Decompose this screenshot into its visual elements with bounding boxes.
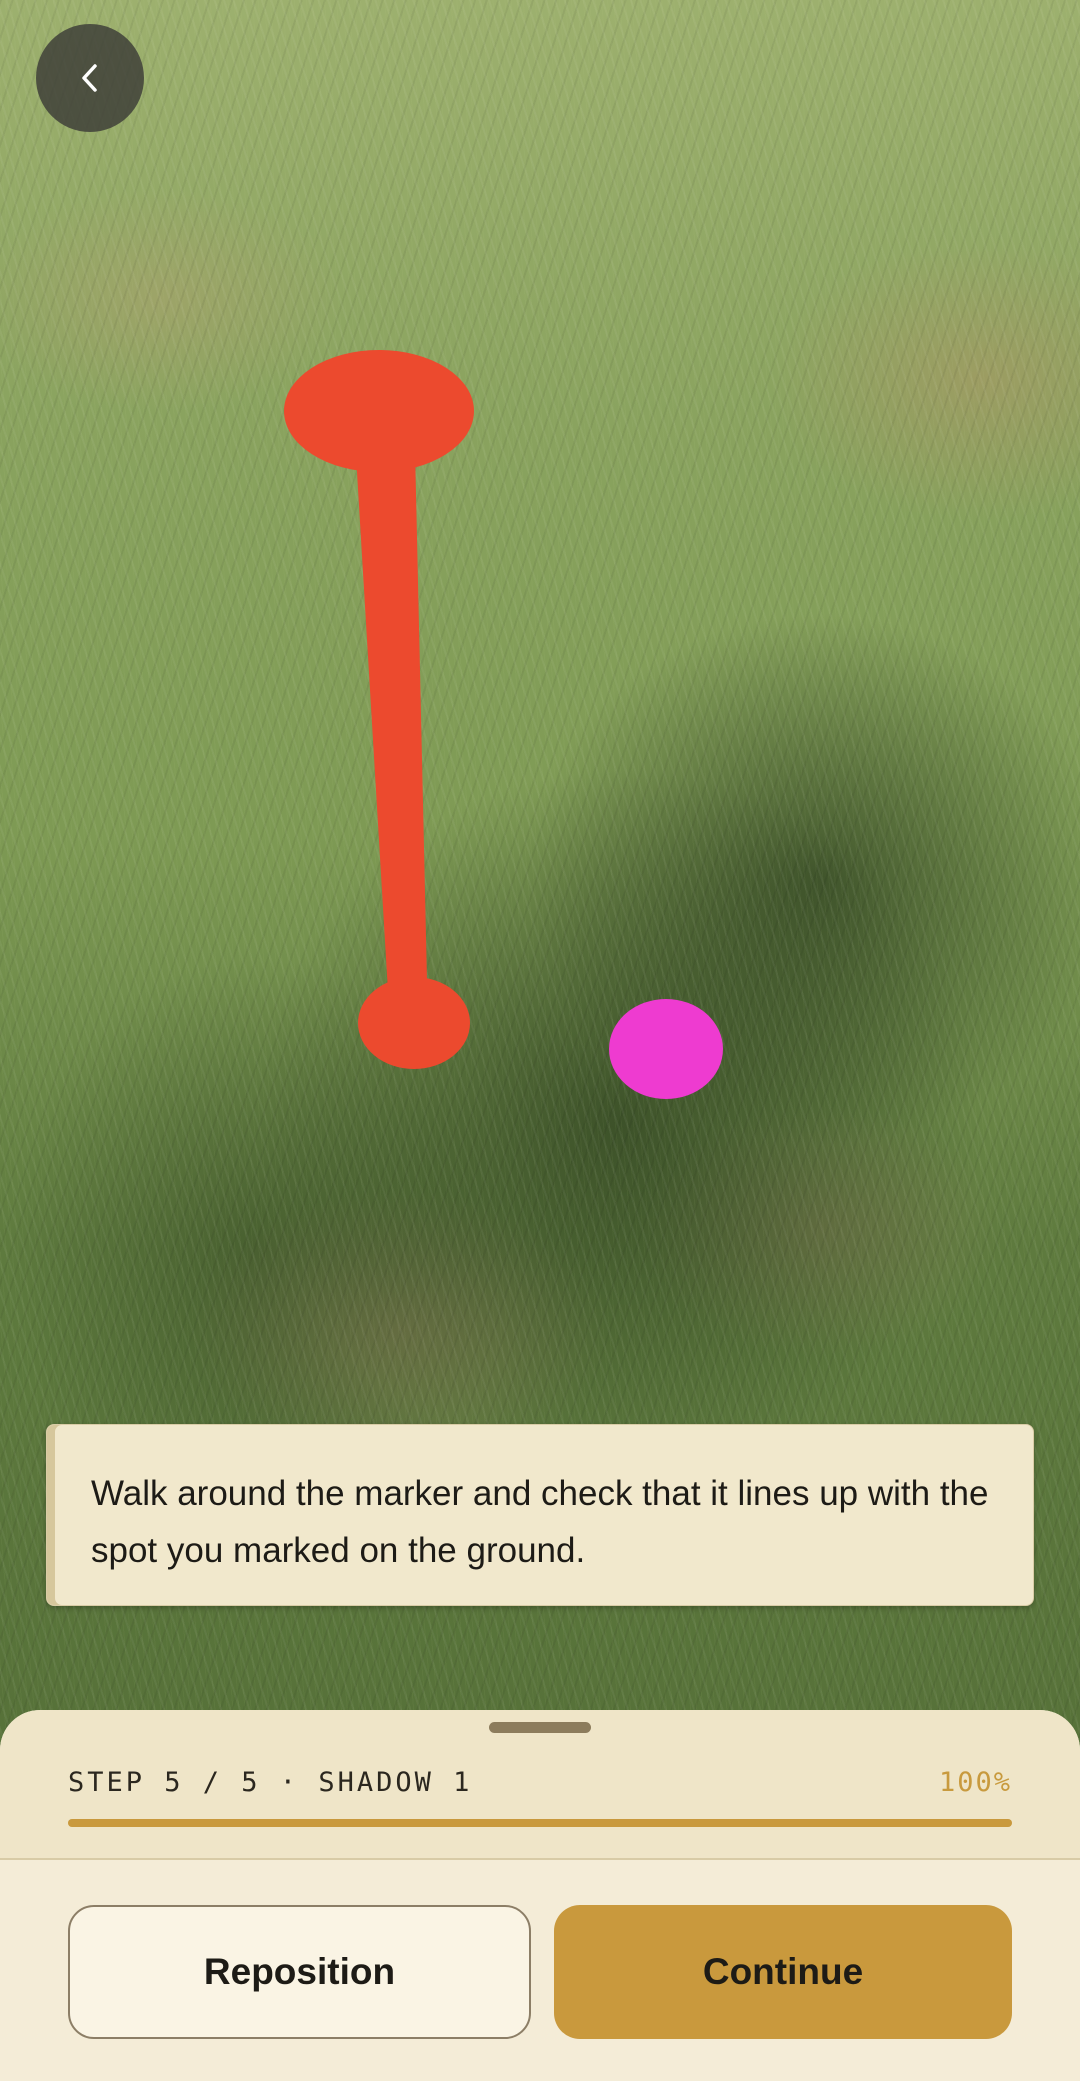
- step-label: STEP 5 / 5 · SHADOW 1: [68, 1767, 473, 1798]
- continue-button[interactable]: Continue: [554, 1905, 1012, 2039]
- sheet-handle[interactable]: [489, 1722, 591, 1733]
- instruction-text: Walk around the marker and check that it…: [91, 1474, 989, 1570]
- ar-screen: Walk around the marker and check that it…: [0, 0, 1080, 2081]
- instruction-card: Walk around the marker and check that it…: [46, 1424, 1034, 1606]
- ground-spot: [609, 999, 723, 1099]
- progress-track: [68, 1819, 1012, 1827]
- back-button[interactable]: [36, 24, 144, 132]
- progress-section: STEP 5 / 5 · SHADOW 1 100%: [0, 1710, 1080, 1860]
- marker-pole: [353, 405, 428, 1025]
- progress-fill: [68, 1819, 1012, 1827]
- bottom-sheet: STEP 5 / 5 · SHADOW 1 100% Reposition Co…: [0, 1710, 1080, 2081]
- marker-top: [284, 350, 474, 472]
- marker-base: [358, 977, 470, 1069]
- chevron-left-icon: [82, 64, 97, 92]
- reposition-button[interactable]: Reposition: [68, 1905, 531, 2039]
- progress-percent: 100%: [938, 1767, 1012, 1798]
- ar-overlay: [284, 350, 723, 1099]
